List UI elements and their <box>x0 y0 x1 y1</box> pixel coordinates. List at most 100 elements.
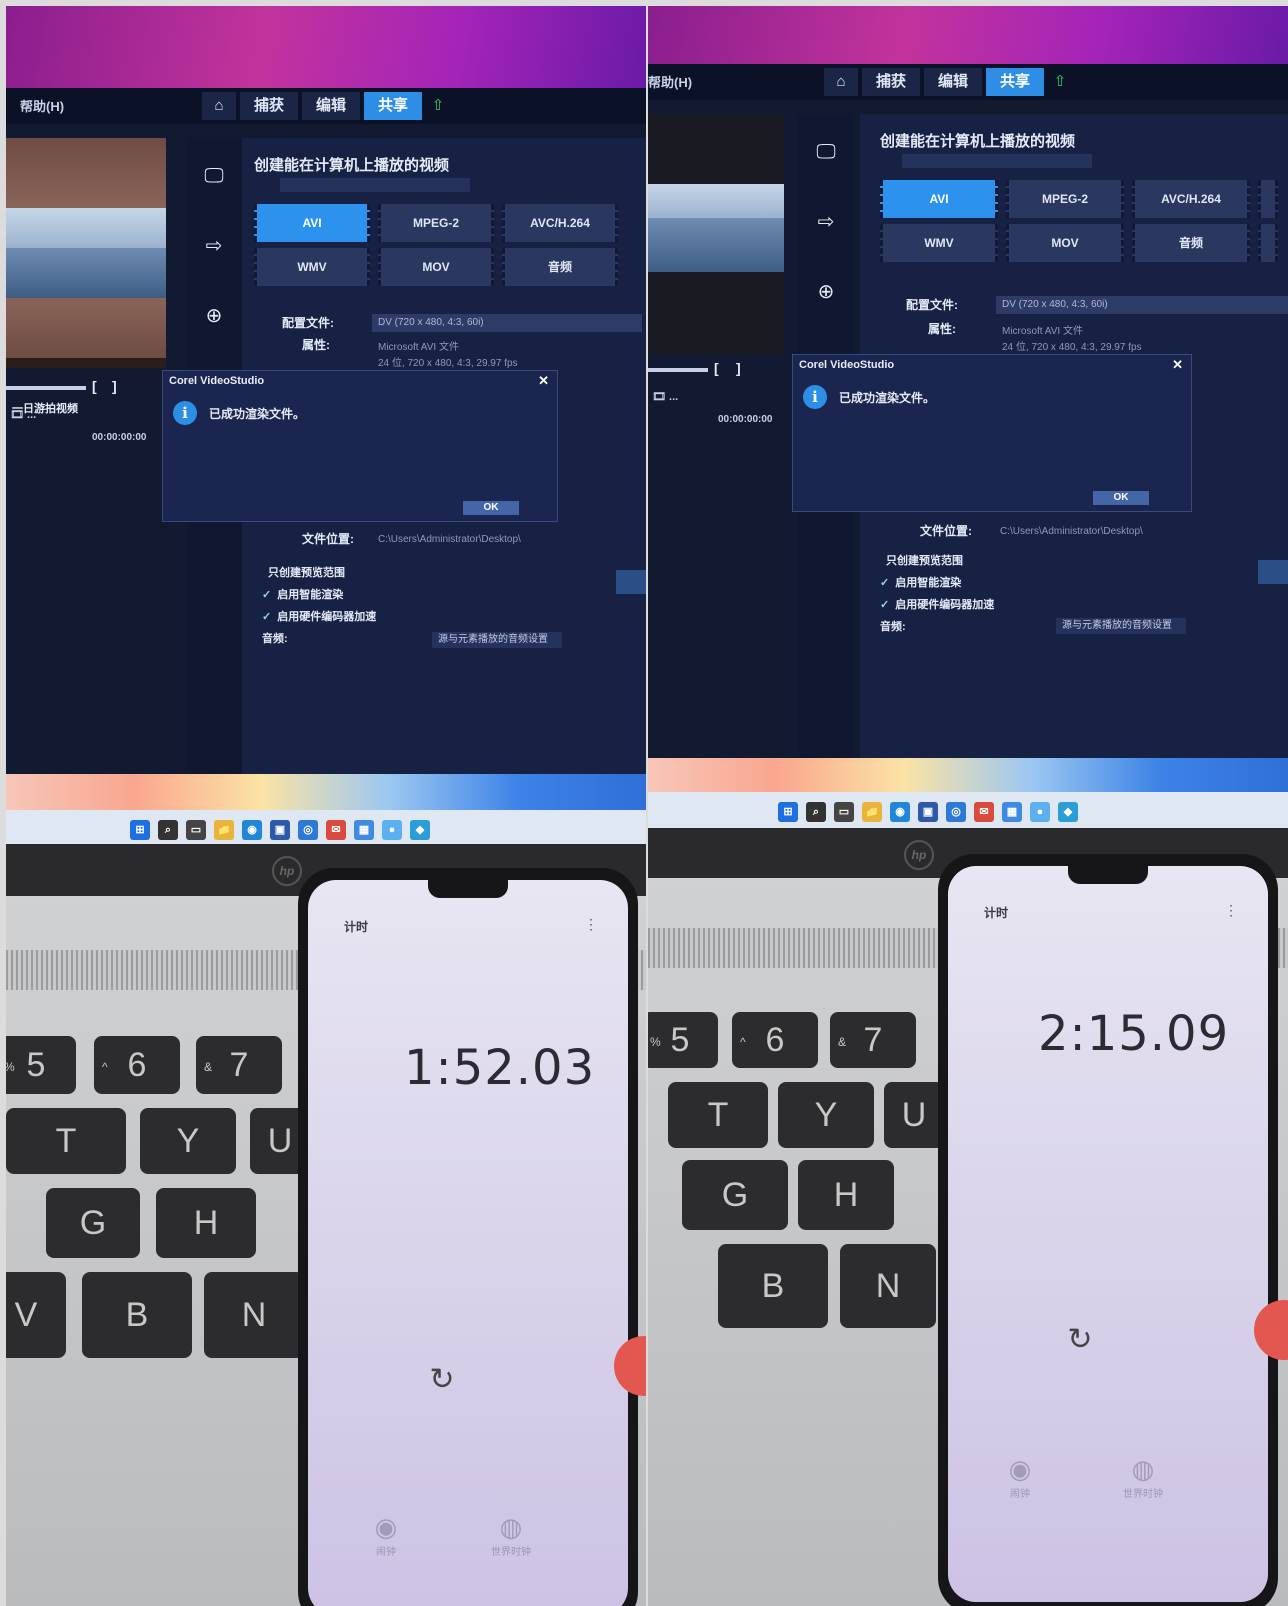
audio-label: 音频: <box>880 621 906 633</box>
format-mpeg2-button[interactable]: MPEG-2 <box>378 204 494 242</box>
hp-logo-icon: hp <box>272 856 302 886</box>
start-menu-icon[interactable]: ⊞ <box>778 802 798 822</box>
profile-label: 配置文件: <box>906 298 958 312</box>
upload-icon[interactable]: ⇧ <box>426 92 450 120</box>
format-avi-button[interactable]: AVI <box>880 180 998 218</box>
task-view-icon[interactable]: ▭ <box>186 820 206 840</box>
start-menu-icon[interactable]: ⊞ <box>130 820 150 840</box>
app-icon[interactable]: ▦ <box>1002 802 1022 822</box>
app-menu-help[interactable]: 帮助(H) <box>648 72 692 91</box>
mark-out-button[interactable]: ] <box>112 378 117 394</box>
start-button[interactable] <box>616 570 646 594</box>
app-icon[interactable]: ◎ <box>946 802 966 822</box>
render-complete-dialog: Corel VideoStudio ✕ i 已成功渲染文件。 OK <box>162 370 558 522</box>
tab-share[interactable]: 共享 <box>364 92 423 120</box>
format-audio-button[interactable]: 音频 <box>502 248 618 286</box>
track-label: 🎞 ... <box>10 409 37 421</box>
reset-icon[interactable]: ↻ <box>420 1358 464 1402</box>
computer-icon[interactable]: 🖵 <box>812 138 840 166</box>
app-icon[interactable]: ▣ <box>270 820 290 840</box>
tab-edit[interactable]: 编辑 <box>302 92 361 120</box>
checkbox-preview-range[interactable]: 只创建预览范围 <box>880 552 963 568</box>
format-wmv-button[interactable]: WMV <box>254 248 370 286</box>
ok-button[interactable]: OK <box>1093 491 1149 505</box>
tab-capture[interactable]: 捕获 <box>862 68 921 96</box>
timecode: 00:00:00:00 <box>718 414 773 425</box>
profile-select[interactable]: DV (720 x 480, 4:3, 60i) <box>372 314 642 332</box>
checkbox-hw-accel[interactable]: ✓ 启用硬件编码器加速 <box>880 596 994 612</box>
audio-select[interactable]: 源与元素播放的音频设置 <box>432 632 562 648</box>
mail-icon[interactable]: ✉ <box>326 820 346 840</box>
file-explorer-icon[interactable]: 📁 <box>214 820 234 840</box>
checkbox-preview-range[interactable]: 只创建预览范围 <box>262 564 345 580</box>
format-mov-button[interactable]: MOV <box>1006 224 1124 262</box>
format-wmv-button[interactable]: WMV <box>880 224 998 262</box>
nav-world-clock[interactable]: ◍ 世界时钟 <box>476 1512 546 1558</box>
close-icon[interactable]: ✕ <box>1172 357 1183 373</box>
scrub-bar[interactable] <box>648 368 708 372</box>
file-location-value[interactable]: C:\Users\Administrator\Desktop\ <box>1000 526 1143 537</box>
mark-in-button[interactable]: [ <box>92 378 97 394</box>
search-icon[interactable]: ⌕ <box>158 820 178 840</box>
home-icon[interactable]: ⌂ <box>202 92 236 120</box>
format-avc-button[interactable]: AVC/H.264 <box>1132 180 1250 218</box>
tab-capture[interactable]: 捕获 <box>240 92 299 120</box>
device-icon[interactable]: ⇨ <box>200 232 228 260</box>
nav-world-clock[interactable]: ◍ 世界时钟 <box>1108 1454 1178 1500</box>
edge-icon[interactable]: ◉ <box>242 820 262 840</box>
info-icon: i <box>803 385 827 409</box>
checkbox-hw-accel[interactable]: ✓ 启用硬件编码器加速 <box>262 608 376 624</box>
start-button[interactable] <box>1258 560 1288 584</box>
format-avi-button[interactable]: AVI <box>254 204 370 242</box>
mail-icon[interactable]: ✉ <box>974 802 994 822</box>
edge-icon[interactable]: ◉ <box>890 802 910 822</box>
web-icon[interactable]: ⊕ <box>200 302 228 330</box>
format-mov-button[interactable]: MOV <box>378 248 494 286</box>
app-icon[interactable]: ◆ <box>1058 802 1078 822</box>
mark-in-button[interactable]: [ <box>714 360 719 376</box>
profile-select[interactable]: DV (720 x 480, 4:3, 60i) <box>996 296 1288 314</box>
format-audio-button[interactable]: 音频 <box>1132 224 1250 262</box>
ok-button[interactable]: OK <box>463 501 519 515</box>
computer-icon[interactable]: 🖵 <box>200 162 228 190</box>
globe-icon: ◍ <box>1131 1454 1155 1484</box>
checkbox-smart-render[interactable]: ✓ 启用智能渲染 <box>262 586 343 602</box>
format-avc-button[interactable]: AVC/H.264 <box>502 204 618 242</box>
upload-icon[interactable]: ⇧ <box>1048 68 1072 96</box>
dialog-message: 已成功渲染文件。 <box>839 391 936 405</box>
file-explorer-icon[interactable]: 📁 <box>862 802 882 822</box>
app-icon[interactable]: ◆ <box>410 820 430 840</box>
home-icon[interactable]: ⌂ <box>824 68 858 96</box>
nav-alarm[interactable]: ◉ 闹钟 <box>990 1454 1050 1500</box>
audio-select[interactable]: 源与元素播放的音频设置 <box>1056 618 1186 634</box>
device-icon[interactable]: ⇨ <box>812 208 840 236</box>
more-options-icon[interactable]: ⋮ <box>584 916 598 933</box>
scrub-bar[interactable] <box>6 386 86 390</box>
tab-edit[interactable]: 编辑 <box>924 68 983 96</box>
monitor-screen: 帮助(H) ⌂ 捕获 编辑 共享 ⇧ [ ] 🎞 ... 00:00:00:00… <box>648 64 1288 764</box>
stopwatch-tab-title: 计时 <box>344 920 369 934</box>
file-location-value[interactable]: C:\Users\Administrator\Desktop\ <box>378 534 521 545</box>
mark-out-button[interactable]: ] <box>736 360 741 376</box>
properties-line1: Microsoft AVI 文件 <box>1002 326 1083 337</box>
task-view-icon[interactable]: ▭ <box>834 802 854 822</box>
format-mpeg2-button[interactable]: MPEG-2 <box>1006 180 1124 218</box>
app-icon[interactable]: ● <box>382 820 402 840</box>
panel-subtitle <box>902 154 1092 168</box>
app-icon[interactable]: ▣ <box>918 802 938 822</box>
reset-icon[interactable]: ↻ <box>1058 1318 1102 1362</box>
app-icon[interactable]: ▦ <box>354 820 374 840</box>
close-icon[interactable]: ✕ <box>538 373 549 389</box>
app-icon[interactable]: ● <box>1030 802 1050 822</box>
nav-alarm[interactable]: ◉ 闹钟 <box>356 1512 416 1558</box>
more-options-icon[interactable]: ⋮ <box>1224 902 1238 919</box>
web-icon[interactable]: ⊕ <box>812 278 840 306</box>
search-icon[interactable]: ⌕ <box>806 802 826 822</box>
file-location-label: 文件位置: <box>302 532 354 546</box>
app-icon[interactable]: ◎ <box>298 820 318 840</box>
tab-share[interactable]: 共享 <box>986 68 1045 96</box>
checkbox-smart-render[interactable]: ✓ 启用智能渲染 <box>880 574 961 590</box>
taskbar-icons: ⊞ ⌕ ▭ 📁 ◉ ▣ ◎ ✉ ▦ ● ◆ <box>130 820 430 840</box>
alarm-icon: ◉ <box>1008 1454 1032 1484</box>
app-menu-help[interactable]: 帮助(H) <box>20 96 64 115</box>
